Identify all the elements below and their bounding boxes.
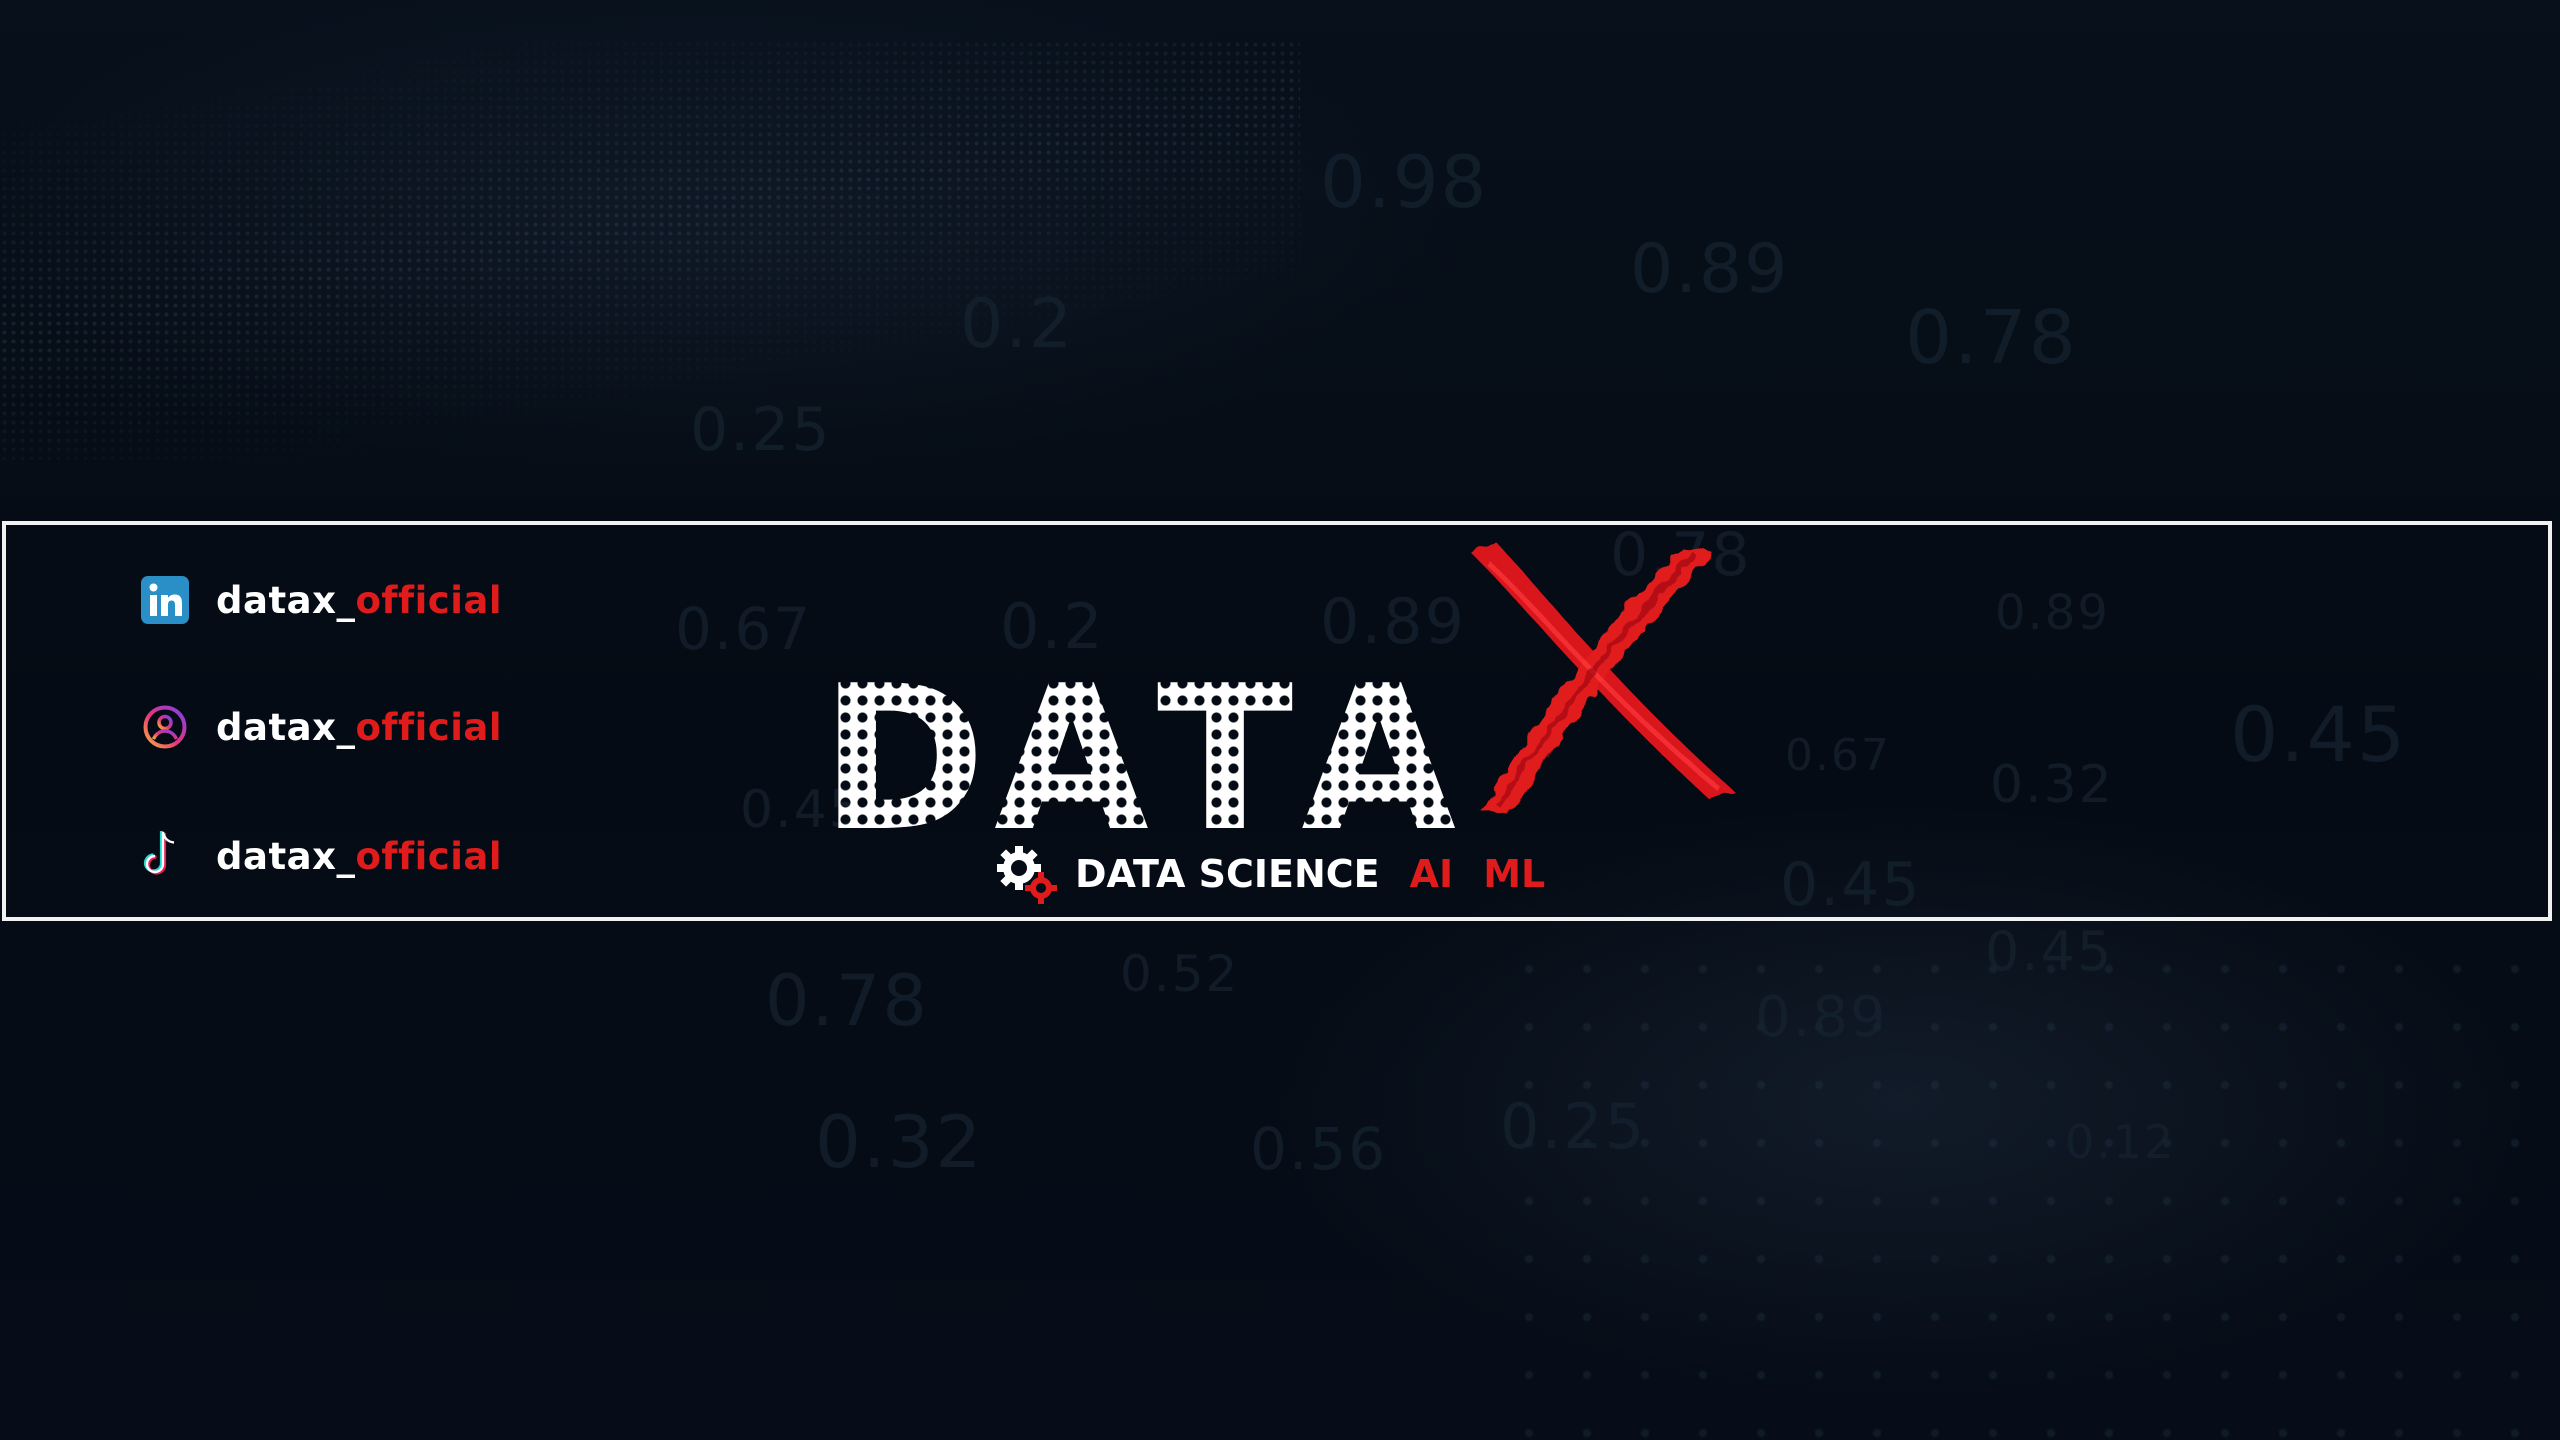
social-link-linkedin[interactable]: datax_official	[140, 570, 502, 630]
background-number: 0.78	[1905, 295, 2078, 381]
background-number: 0.52	[1120, 945, 1240, 1003]
datax-logo: D A T A	[820, 540, 1740, 860]
gear-icon	[995, 842, 1059, 906]
logo-letter: A	[1301, 643, 1459, 876]
background-wave-pattern	[0, 40, 1300, 460]
background-number: 0.25	[690, 395, 832, 465]
background-number: 0.12	[2065, 1115, 2176, 1169]
background-dot-grid	[1500, 940, 2560, 1440]
background-number: 0.32	[815, 1100, 984, 1184]
social-link-tiktok[interactable]: datax_official	[140, 826, 502, 886]
linkedin-icon	[140, 575, 190, 625]
logo-letter: T	[1156, 643, 1296, 876]
background-number: 0.78	[765, 960, 929, 1042]
tagline-ai: AI	[1409, 852, 1454, 896]
logo-letter: D	[820, 643, 989, 876]
instagram-handle: datax_official	[216, 705, 503, 749]
tagline-data-science: DATA SCIENCE	[1075, 852, 1380, 896]
tagline: DATA SCIENCE AI ML	[995, 842, 1575, 906]
instagram-icon	[140, 702, 190, 752]
social-link-instagram[interactable]: datax_official	[140, 697, 502, 757]
tiktok-icon	[140, 831, 190, 881]
channel-banner: 0.98 0.89 0.2 0.78 0.25 0.67 0.2 0.89 0.…	[0, 0, 2560, 1440]
background-number: 0.45	[1985, 920, 2114, 983]
background-number: 0.2	[960, 285, 1075, 364]
logo-wordmark: D A T A	[820, 643, 1459, 876]
background-number: 0.89	[1755, 985, 1888, 1050]
background-number: 0.56	[1250, 1115, 1388, 1183]
background-number: 0.25	[1500, 1090, 1647, 1163]
tagline-ml: ML	[1483, 852, 1546, 896]
logo-letter: A	[994, 643, 1151, 876]
tiktok-handle: datax_official	[216, 834, 503, 878]
background-number: 0.89	[1630, 230, 1790, 309]
background-number: 0.98	[1320, 140, 1489, 224]
logo-brush-x	[1470, 544, 1735, 816]
linkedin-handle: datax_official	[216, 578, 503, 622]
